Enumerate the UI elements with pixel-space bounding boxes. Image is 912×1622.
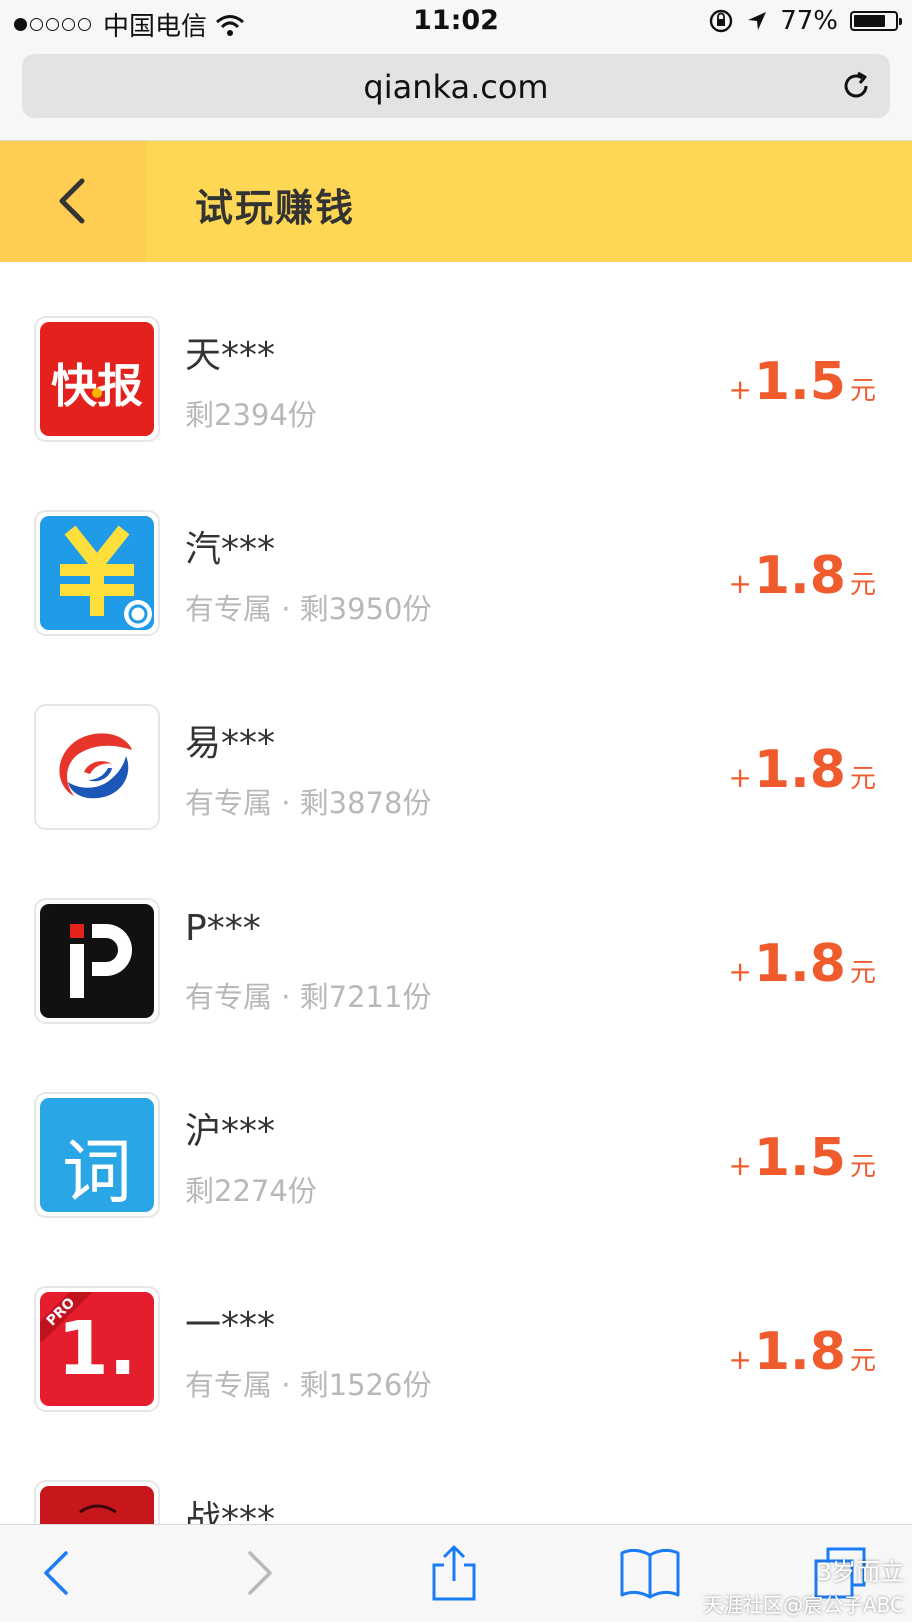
address-bar[interactable]: qianka.com bbox=[22, 54, 890, 118]
list-item[interactable]: 汽*** 有专属 · 剩3950份 + 1.8 元 bbox=[0, 456, 912, 650]
app-name: 易*** bbox=[185, 723, 276, 764]
app-name: 沪*** bbox=[185, 1111, 276, 1152]
location-arrow-icon bbox=[748, 12, 767, 30]
list-item[interactable]: 1. PRO 一*** 有专属 · 剩1526份 + 1.8 元 bbox=[0, 1232, 912, 1426]
back-button[interactable] bbox=[0, 141, 146, 262]
url-text[interactable]: qianka.com bbox=[22, 68, 890, 106]
one-pro-icon: 1. PRO bbox=[40, 1292, 154, 1406]
task-list: 快报 天*** 剩2394份 + 1.5 元 汽*** 有专属 · 剩3950份… bbox=[0, 262, 912, 1524]
app-icon bbox=[34, 704, 160, 830]
status-right: 77% bbox=[708, 6, 902, 36]
reward-amount: + 1.8 元 bbox=[728, 1322, 876, 1382]
swirl-logo-icon bbox=[40, 710, 154, 824]
watermark-line2: 天涯社区@宸公子ABC bbox=[702, 1593, 904, 1617]
reward-amount: + 1.8 元 bbox=[728, 546, 876, 606]
list-item[interactable]: 快报 天*** 剩2394份 + 1.5 元 bbox=[0, 262, 912, 456]
page-header: 试玩赚钱 bbox=[0, 141, 912, 262]
browser-address-area: qianka.com bbox=[0, 44, 912, 141]
icon-label: 快报 bbox=[51, 359, 143, 413]
list-item[interactable]: 易*** 有专属 · 剩3878份 + 1.8 元 bbox=[0, 650, 912, 844]
app-icon: 快报 bbox=[34, 316, 160, 442]
battery-percent: 77% bbox=[780, 6, 838, 36]
reload-icon[interactable] bbox=[838, 68, 874, 104]
app-remaining: 有专属 · 剩3950份 bbox=[185, 592, 432, 626]
page-title: 试玩赚钱 bbox=[195, 186, 356, 230]
bookmarks-icon[interactable] bbox=[618, 1543, 682, 1603]
forward-arrow-icon[interactable] bbox=[228, 1543, 288, 1603]
kuaibao-icon: 快报 bbox=[40, 322, 154, 436]
red-game-icon bbox=[40, 1486, 154, 1524]
app-icon: 1. PRO bbox=[34, 1286, 160, 1412]
rotation-lock-icon bbox=[710, 9, 733, 33]
ci-icon: 词 bbox=[40, 1098, 154, 1212]
app-remaining: 有专属 · 剩1526份 bbox=[185, 1368, 432, 1402]
back-arrow-icon[interactable] bbox=[28, 1543, 88, 1603]
app-name: 战*** bbox=[185, 1499, 276, 1524]
status-bar: 中国电信 11:02 77% bbox=[0, 0, 912, 44]
watermark: 3岁而立 天涯社区@宸公子ABC bbox=[703, 1552, 904, 1618]
app-icon: 词 bbox=[34, 1092, 160, 1218]
app-name: 一*** bbox=[185, 1305, 276, 1346]
list-item[interactable]: 战*** bbox=[0, 1426, 912, 1524]
reward-amount: + 1.5 元 bbox=[728, 1128, 876, 1188]
list-item[interactable]: P*** 有专属 · 剩7211份 + 1.8 元 bbox=[0, 844, 912, 1038]
app-name: P*** bbox=[185, 908, 261, 949]
icon-label: 词 bbox=[62, 1131, 132, 1212]
app-icon bbox=[34, 510, 160, 636]
app-name: 汽*** bbox=[185, 529, 276, 570]
reward-amount: + 1.5 元 bbox=[728, 352, 876, 412]
watermark-line1: 3岁而立 bbox=[816, 1558, 904, 1586]
app-icon bbox=[34, 898, 160, 1024]
app-remaining: 剩2274份 bbox=[185, 1174, 317, 1208]
reward-amount: + 1.8 元 bbox=[728, 740, 876, 800]
yuan-car-icon bbox=[40, 516, 154, 630]
battery-icon bbox=[850, 11, 902, 31]
app-name: 天*** bbox=[185, 335, 276, 376]
app-remaining: 有专属 · 剩7211份 bbox=[185, 980, 432, 1014]
browser-toolbar: 3岁而立 天涯社区@宸公子ABC bbox=[0, 1524, 912, 1622]
app-remaining: 有专属 · 剩3878份 bbox=[185, 786, 432, 820]
list-item[interactable]: 词 沪*** 剩2274份 + 1.5 元 bbox=[0, 1038, 912, 1232]
app-icon bbox=[34, 1480, 160, 1524]
app-remaining: 剩2394份 bbox=[185, 398, 317, 432]
ip-logo-icon bbox=[40, 904, 154, 1018]
chevron-left-icon[interactable] bbox=[52, 175, 92, 227]
share-icon[interactable] bbox=[424, 1543, 484, 1603]
reward-amount: + 1.8 元 bbox=[728, 934, 876, 994]
